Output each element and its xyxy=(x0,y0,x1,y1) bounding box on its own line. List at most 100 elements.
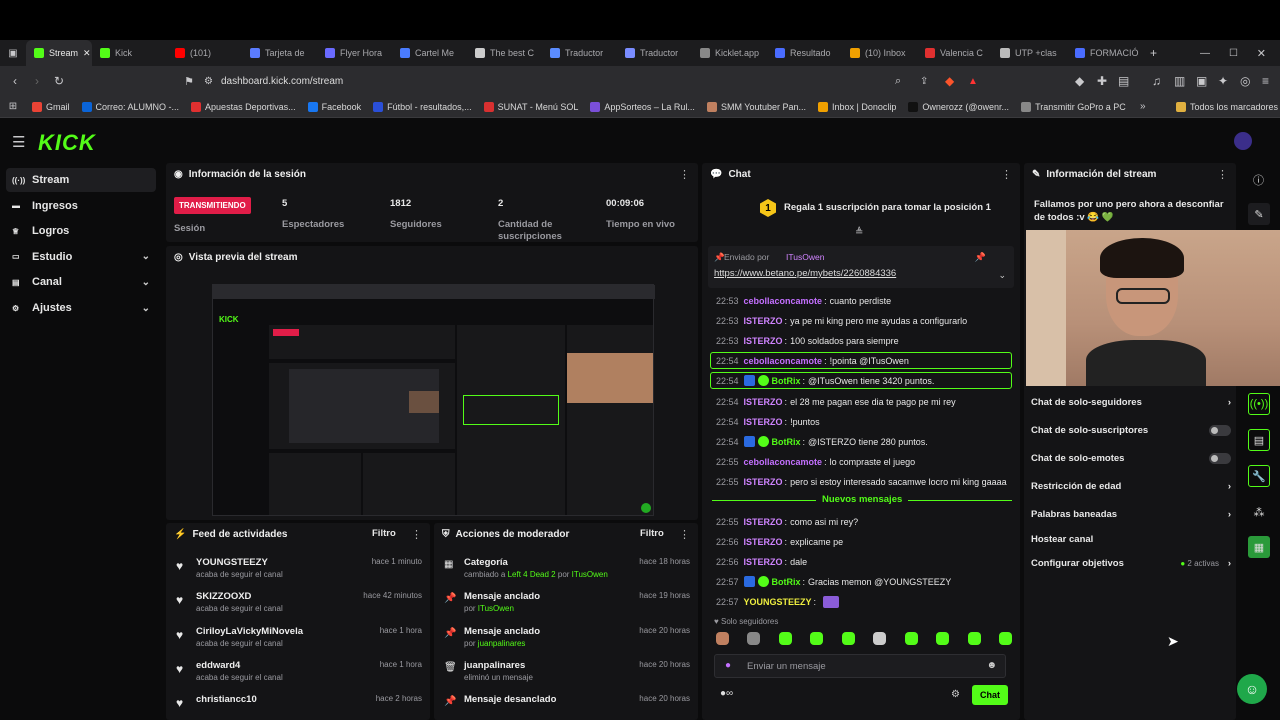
bookmark-item[interactable]: SUNAT - Menú SOL xyxy=(478,101,585,112)
chat-settings-icon[interactable]: ⚙ xyxy=(951,689,960,700)
zoom-icon[interactable]: ⌕ xyxy=(895,75,901,88)
browser-tab[interactable]: Stream ✕ xyxy=(26,40,92,66)
bookmark-item[interactable]: Inbox | Donoclip xyxy=(812,101,902,112)
chat-username[interactable]: YOUNGSTEEZY xyxy=(744,597,812,607)
chat-rail-icon[interactable]: ▤ xyxy=(1248,429,1270,451)
chat-username[interactable]: BotRix xyxy=(772,437,801,447)
emote-icon[interactable] xyxy=(747,632,761,645)
browser-tab[interactable]: The best C xyxy=(467,40,542,66)
puzzle-icon[interactable]: ✚ xyxy=(1097,74,1107,88)
browser-tab[interactable]: Cartel Me xyxy=(392,40,467,66)
setting-row[interactable]: Chat de solo-emotes xyxy=(1031,450,1231,466)
send-chat-button[interactable]: Chat xyxy=(972,685,1008,705)
info-icon[interactable]: ⓘ xyxy=(1253,172,1264,188)
mod-menu-icon[interactable]: ⋮ xyxy=(679,528,690,541)
help-button[interactable]: ☺ xyxy=(1237,674,1267,704)
reload-icon[interactable]: ↻ xyxy=(44,74,74,88)
toggle-switch[interactable] xyxy=(1209,452,1231,464)
app-icon[interactable]: ▦ xyxy=(1248,536,1270,558)
mod-detail-user[interactable]: ITusOwen xyxy=(478,604,514,613)
edit-icon[interactable]: ✎ xyxy=(1248,203,1270,225)
bookmark-item[interactable]: Facebook xyxy=(302,101,368,112)
browser-tab[interactable]: Traductor xyxy=(542,40,617,66)
feed-username[interactable]: YOUNGSTEEZY xyxy=(196,557,268,568)
toggle-switch[interactable] xyxy=(1209,424,1231,436)
chat-username[interactable]: cebollaconcamote xyxy=(744,457,823,467)
bookmark-item[interactable]: Apuestas Deportivas... xyxy=(185,101,302,112)
site-info-icon[interactable]: ⚙ xyxy=(204,76,213,87)
bookmark-item[interactable]: Fútbol - resultados,... xyxy=(367,101,478,112)
browser-tab[interactable]: Tarjeta de xyxy=(242,40,317,66)
bookmark-item[interactable]: Gmail xyxy=(26,101,76,112)
music-icon[interactable]: ♫ xyxy=(1152,74,1161,88)
bookmark-item[interactable]: Ownerozz (@owenr... xyxy=(902,101,1015,112)
stream-preview-video[interactable]: KICK xyxy=(212,284,655,516)
tab-actions-icon[interactable]: ▣ xyxy=(0,48,26,59)
browser-tab[interactable]: Valencia C xyxy=(917,40,992,66)
chevron-down-icon[interactable]: ⌄ xyxy=(998,270,1006,281)
more-bookmarks-icon[interactable]: » xyxy=(1140,101,1146,112)
browser-tab[interactable]: (10) Inbox xyxy=(842,40,917,66)
chat-username[interactable]: ISTERZO xyxy=(744,557,783,567)
bookmark-icon[interactable]: ⚑ xyxy=(174,75,204,88)
vpn-icon[interactable]: ◎ xyxy=(1240,74,1250,88)
emote-icon[interactable] xyxy=(810,632,824,645)
sidebar-item-estudio[interactable]: ▭ Estudio ⌄ xyxy=(6,245,156,269)
feed-username[interactable]: CiriloyLaVickyMiNovela xyxy=(196,626,303,637)
setting-row[interactable]: Chat de solo-suscriptores xyxy=(1031,422,1231,438)
points-icon[interactable]: ●∞ xyxy=(720,688,733,699)
browser-tab[interactable]: Traductor xyxy=(617,40,692,66)
emote-icon[interactable] xyxy=(841,632,855,645)
browser-tab[interactable]: Kick xyxy=(92,40,167,66)
url-bar[interactable]: ⚙ dashboard.kick.com/stream xyxy=(204,70,944,92)
wallet2-icon[interactable]: ▣ xyxy=(1196,74,1207,88)
users-icon[interactable]: ⁂ xyxy=(1248,501,1270,523)
chat-username[interactable]: BotRix xyxy=(772,376,801,386)
emote-icon[interactable] xyxy=(967,632,981,645)
chat-username[interactable]: cebollaconcamote xyxy=(744,356,823,366)
feed-username[interactable]: christiancc10 xyxy=(196,694,257,705)
browser-tab[interactable]: FORMACIÓ xyxy=(1067,40,1142,66)
collapse-icon[interactable]: ≜ xyxy=(855,227,863,238)
maximize-icon[interactable]: ☐ xyxy=(1229,48,1238,59)
minimize-icon[interactable]: — xyxy=(1200,48,1210,59)
browser-tab[interactable]: (101) xyxy=(167,40,242,66)
chat-username[interactable]: ISTERZO xyxy=(744,316,783,326)
avatar[interactable] xyxy=(1234,132,1252,150)
chat-username[interactable]: BotRix xyxy=(772,577,801,587)
kick-logo[interactable]: KICK xyxy=(38,130,96,156)
wrench-icon[interactable]: 🔧 xyxy=(1248,465,1270,487)
feed-filter-button[interactable]: Filtro xyxy=(372,528,396,539)
mod-detail-user[interactable]: ITusOwen xyxy=(572,570,608,579)
setting-row[interactable]: Chat de solo-seguidores › xyxy=(1031,394,1231,410)
bookmark-item[interactable]: Correo: ALUMNO -... xyxy=(76,101,186,112)
setting-row[interactable]: Palabras baneadas › xyxy=(1031,506,1231,522)
emote-icon[interactable] xyxy=(873,632,887,645)
unpin-icon[interactable]: 📌 xyxy=(975,252,986,263)
gift-sub-text[interactable]: Regala 1 suscripción para tomar la posic… xyxy=(784,202,991,213)
chat-username[interactable]: ISTERZO xyxy=(744,336,783,346)
bookmark-item[interactable]: AppSorteos – La Rul... xyxy=(584,101,701,112)
back-icon[interactable]: ‹ xyxy=(0,74,30,88)
emote-icon[interactable] xyxy=(716,632,729,645)
chat-username[interactable]: ISTERZO xyxy=(744,477,783,487)
hamburger-icon[interactable]: ☰ xyxy=(12,133,25,151)
close-tab-icon[interactable]: ✕ xyxy=(83,48,91,59)
chat-username[interactable]: ISTERZO xyxy=(744,537,783,547)
feed-username[interactable]: eddward4 xyxy=(196,660,240,671)
setting-row[interactable]: Hostear canal xyxy=(1031,531,1231,547)
leo-icon[interactable]: ✦ xyxy=(1218,74,1228,88)
sidebar-item-stream[interactable]: ((·)) Stream xyxy=(6,168,156,192)
emote-icon[interactable] xyxy=(936,632,950,645)
forward-icon[interactable]: › xyxy=(30,74,44,88)
broadcast-rail-icon[interactable]: ((•)) xyxy=(1248,393,1270,415)
feed-username[interactable]: SKIZZOOXD xyxy=(196,591,251,602)
chat-username[interactable]: ISTERZO xyxy=(744,417,783,427)
extension-icon[interactable]: ◆ xyxy=(1075,74,1084,88)
emoji-icon[interactable]: ☻ xyxy=(986,660,997,671)
bookmark-item[interactable]: SMM Youtuber Pan... xyxy=(701,101,812,112)
emote-icon[interactable] xyxy=(778,632,792,645)
emote-icon[interactable] xyxy=(904,632,918,645)
new-tab-icon[interactable]: + xyxy=(1150,46,1157,60)
chat-input[interactable]: ● Enviar un mensaje ☻ xyxy=(714,654,1006,678)
